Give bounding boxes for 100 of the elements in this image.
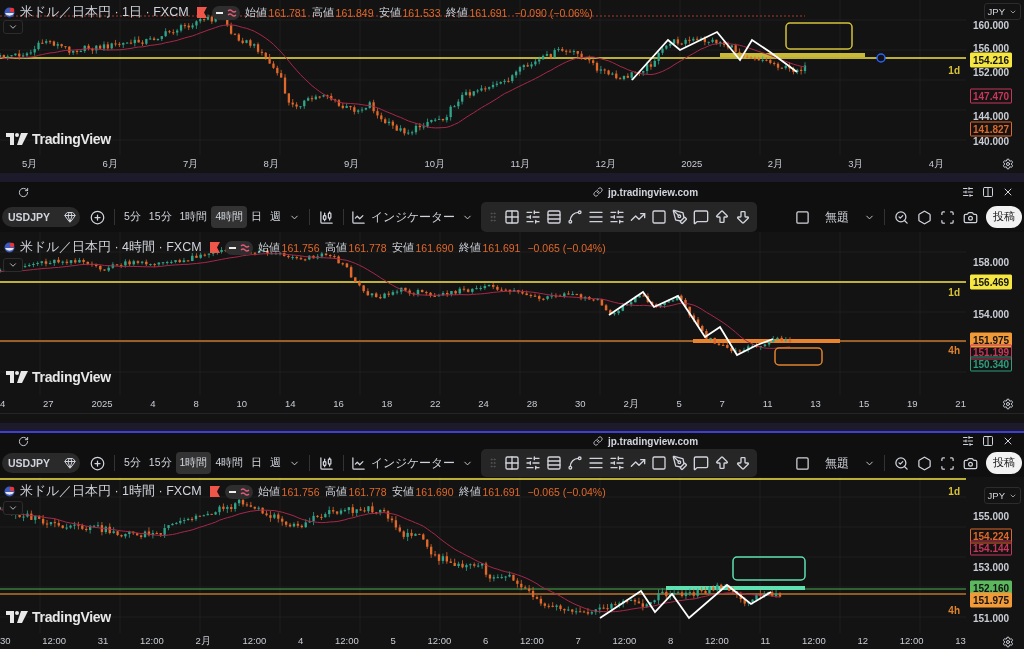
lines-icon[interactable] [588,455,605,471]
spline-icon[interactable] [567,455,584,471]
camera-icon[interactable] [963,455,978,471]
chart-area[interactable]: 米ドル／日本円 · 1日 · FXCM 始値 161.781 高値 161.849 安値 161.533 終値 161.691 −0.090 (−0.06%) TradingView 1d [0,0,966,155]
comment-icon[interactable] [693,209,710,225]
ohlc-value: 161.690 [415,241,454,254]
pen-icon[interactable] [672,209,689,225]
interval-tab[interactable]: 1時間 [175,206,212,228]
time-label: 16 [333,397,344,411]
close-icon[interactable] [1002,186,1014,198]
up-arrow-icon[interactable] [714,209,731,225]
interval-tab[interactable]: 日 [247,452,267,474]
chart-icon[interactable] [351,455,367,471]
indicators-button[interactable]: インジケーター [368,206,459,228]
settings-icon[interactable] [917,455,932,471]
ohlc-label: 始値 [244,5,267,20]
split-view-icon[interactable] [982,435,994,447]
sliders-icon[interactable] [609,209,626,225]
split-view-icon[interactable] [982,186,994,198]
sliders-icon[interactable] [525,455,542,471]
time-label: 12:00 [335,635,359,648]
reload-icon[interactable] [18,435,29,447]
square-icon[interactable] [795,209,810,225]
time-label: 5 [390,635,396,648]
marker-icon[interactable] [209,486,220,497]
currency-dropdown[interactable]: JPY [983,3,1021,20]
interval-tab[interactable]: 5分 [120,206,145,228]
pen-icon[interactable] [672,455,689,471]
collapse-button[interactable] [3,501,23,515]
search-icon[interactable] [894,455,909,471]
settings-icon[interactable] [1002,635,1014,648]
time-label: 11 [762,397,773,411]
ohlc-value: 161.756 [281,241,320,254]
spline-icon[interactable] [567,209,584,225]
publish-button[interactable]: 投稿 [986,452,1022,474]
layout-name-button[interactable]: 無題 [822,206,852,228]
settings-icon[interactable] [917,209,932,225]
interval-tab[interactable]: 4時間 [211,452,248,474]
interval-tab[interactable]: 15分 [144,452,176,474]
add-icon[interactable] [90,455,105,471]
sliders-icon[interactable] [525,209,542,225]
interval-tab[interactable]: 15分 [144,206,176,228]
publish-button[interactable]: 投稿 [986,206,1022,228]
candlestick-icon[interactable] [319,209,335,225]
ohlc-label: 高値 [324,484,347,499]
candlestick-icon[interactable] [319,455,335,471]
reload-icon[interactable] [18,186,29,198]
rows-icon[interactable] [546,455,563,471]
down-arrow-icon[interactable] [735,455,752,471]
square-icon[interactable] [651,209,668,225]
interval-tab[interactable]: 5分 [120,452,145,474]
grid-icon[interactable] [504,209,521,225]
marker-icon[interactable] [196,7,207,18]
time-label: 10 [236,397,248,411]
time-label: 12月 [595,157,617,171]
chart-area[interactable]: 米ドル／日本円 · 1時間 · FXCM 始値 161.756 高値 161.778 安値 161.690 終値 161.691 −0.065 (−0.04%) TradingView 1d 4h [0,477,966,633]
symbol-field[interactable]: USDJPY [2,453,80,473]
gem-icon[interactable] [64,211,76,223]
marker-icon[interactable] [209,242,220,253]
legend-toggle-icon[interactable] [224,240,253,255]
time-label: 5月 [22,157,38,171]
sliders-icon[interactable] [962,186,974,198]
interval-tab[interactable]: 日 [247,206,267,228]
chart-icon[interactable] [351,209,367,225]
square-icon[interactable] [651,455,668,471]
settings-icon[interactable] [1002,158,1014,170]
search-icon[interactable] [894,209,909,225]
rows-icon[interactable] [546,209,563,225]
caret-icon[interactable] [8,22,18,32]
interval-tab[interactable]: 1時間 [175,452,212,474]
square-icon[interactable] [795,455,810,471]
currency-dropdown[interactable]: JPY [983,487,1021,504]
settings-icon[interactable] [1002,398,1014,410]
gem-icon[interactable] [64,457,76,469]
close-icon[interactable] [1002,435,1014,447]
anchor-handle[interactable] [876,53,886,63]
caret-icon[interactable] [8,260,18,270]
legend-toggle-icon[interactable] [211,5,240,20]
interval-tab[interactable]: 4時間 [211,206,248,228]
interval-tab[interactable]: 週 [266,206,286,228]
fullscreen-icon[interactable] [940,455,955,471]
grid-icon[interactable] [504,455,521,471]
chart-area[interactable]: 米ドル／日本円 · 4時間 · FXCM 始値 161.756 高値 161.778 安値 161.690 終値 161.691 −0.065 (−0.04%) TradingView 1d 4h [0,232,966,395]
fullscreen-icon[interactable] [940,209,955,225]
caret-icon[interactable] [8,503,18,513]
ohlc-value: 161.849 [335,6,374,19]
legend-toggle-icon[interactable] [224,484,253,499]
sliders-icon[interactable] [609,455,626,471]
symbol-field[interactable]: USDJPY [2,207,80,227]
camera-icon[interactable] [963,209,978,225]
sliders-icon[interactable] [962,435,974,447]
lines-icon[interactable] [588,209,605,225]
ohlc-label: 始値 [257,484,280,499]
add-icon[interactable] [90,209,105,225]
up-arrow-icon[interactable] [714,455,731,471]
down-arrow-icon[interactable] [735,209,752,225]
indicators-button[interactable]: インジケーター [368,452,459,474]
layout-name-button[interactable]: 無題 [822,452,852,474]
interval-tab[interactable]: 週 [266,452,286,474]
comment-icon[interactable] [693,455,710,471]
